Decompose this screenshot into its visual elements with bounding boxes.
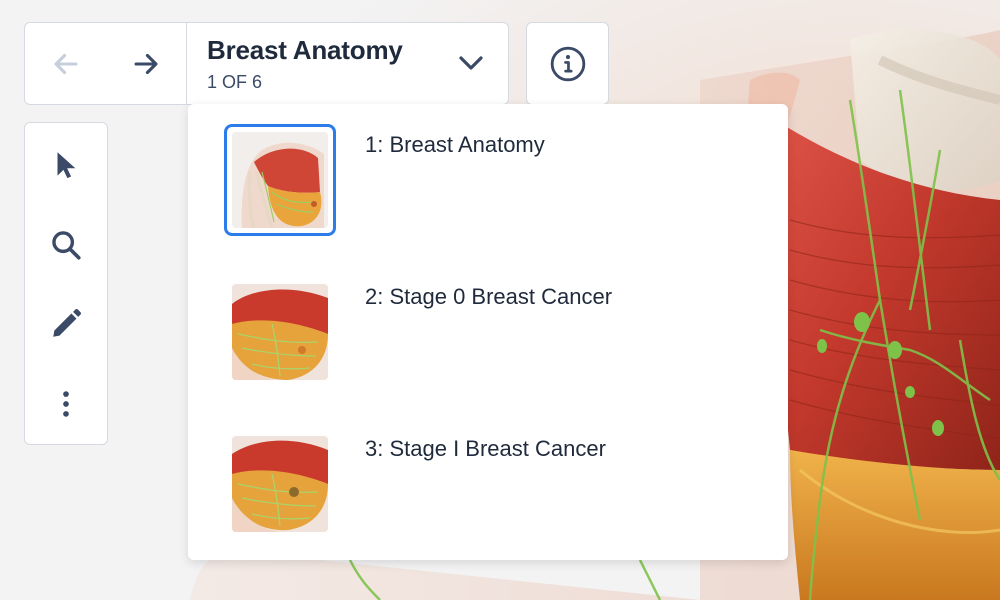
scene-dropdown-menu: 1: Breast Anatomy 2: Stage 0 Breast Canc… bbox=[188, 104, 788, 560]
draw-tool-button[interactable] bbox=[25, 294, 107, 354]
scene-option-label: 2: Stage 0 Breast Cancer bbox=[365, 284, 613, 309]
info-icon bbox=[550, 46, 585, 81]
select-tool-button[interactable] bbox=[25, 135, 107, 195]
previous-button[interactable] bbox=[25, 23, 106, 104]
zoom-tool-button[interactable] bbox=[25, 215, 107, 275]
presentation-nav-bar: Breast Anatomy 1 OF 6 bbox=[24, 22, 509, 105]
scene-thumbnail bbox=[232, 284, 328, 380]
scene-option-label: 3: Stage I Breast Cancer bbox=[365, 436, 606, 461]
pencil-icon bbox=[53, 309, 81, 337]
search-icon bbox=[52, 231, 81, 260]
more-vertical-icon bbox=[63, 391, 69, 417]
scene-option-2[interactable]: 2: Stage 0 Breast Cancer bbox=[188, 256, 788, 408]
tool-palette bbox=[24, 122, 108, 445]
scene-thumbnail bbox=[232, 436, 328, 532]
scene-selector-toggle[interactable]: Breast Anatomy 1 OF 6 bbox=[187, 23, 508, 104]
more-options-button[interactable] bbox=[25, 374, 107, 434]
arrow-right-icon bbox=[134, 53, 158, 74]
scene-thumbnail bbox=[232, 132, 328, 228]
scene-option-3[interactable]: 3: Stage I Breast Cancer bbox=[188, 408, 788, 560]
scene-option-1[interactable]: 1: Breast Anatomy bbox=[188, 104, 788, 256]
scene-counter: 1 OF 6 bbox=[207, 72, 263, 92]
info-button[interactable] bbox=[526, 22, 609, 105]
arrow-left-icon bbox=[54, 53, 77, 74]
next-button[interactable] bbox=[106, 23, 187, 104]
scene-option-label: 1: Breast Anatomy bbox=[365, 132, 545, 157]
chevron-down-icon bbox=[456, 51, 486, 75]
cursor-pointer-icon bbox=[57, 152, 76, 179]
